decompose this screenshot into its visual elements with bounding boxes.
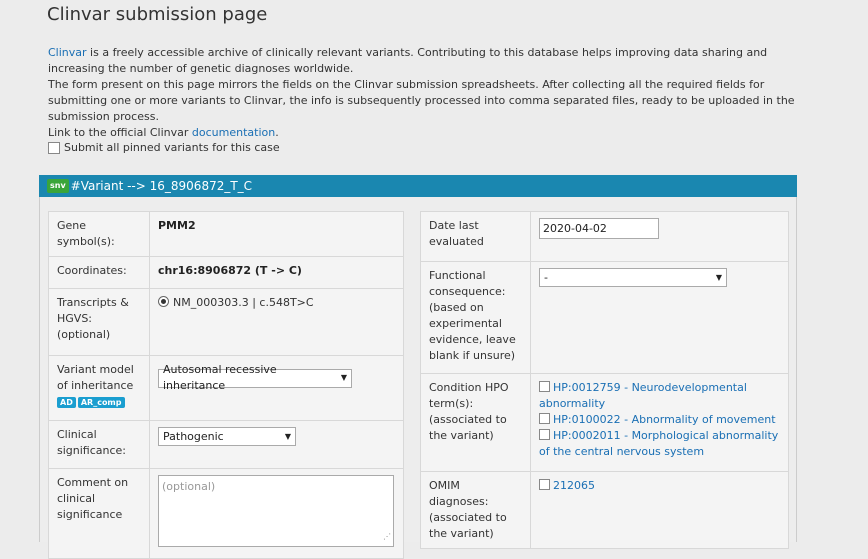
hpo-term-link[interactable]: HP:0002011 - Morphological abnormality o… xyxy=(539,429,778,458)
chevron-down-icon: ▼ xyxy=(715,272,722,282)
comment-placeholder: (optional) xyxy=(162,480,216,493)
snv-badge: snv xyxy=(47,179,69,193)
significance-selected: Pathogenic xyxy=(163,429,224,443)
inheritance-select[interactable]: Autosomal recessive inheritance ▼ xyxy=(158,363,352,392)
hpo-terms-label: Condition HPO term(s): (associated to th… xyxy=(420,373,531,472)
date-evaluated-label: Date last evaluated xyxy=(420,211,531,262)
intro-line2: The form present on this page mirrors th… xyxy=(48,78,795,123)
significance-select[interactable]: Pathogenic ▼ xyxy=(158,427,296,446)
intro-text: Clinvar is a freely accessible archive o… xyxy=(48,45,808,141)
hpo-term-item: HP:0012759 - Neurodevelopmental abnormal… xyxy=(539,380,780,412)
omim-diagnoses-label: OMIM diagnoses: (associated to the varia… xyxy=(420,471,531,549)
significance-label: Clinical significance: xyxy=(48,420,150,469)
omim-item: 212065 xyxy=(539,478,780,494)
variant-left-table: Gene symbol(s): PMM2 Coordinates: chr16:… xyxy=(48,211,404,559)
clinvar-link[interactable]: Clinvar xyxy=(48,46,87,59)
transcripts-cell: NM_000303.3 | c.548T>C xyxy=(149,288,404,356)
transcript-radio[interactable] xyxy=(158,296,169,307)
gene-symbol-value: PMM2 xyxy=(149,211,404,257)
chevron-down-icon: ▼ xyxy=(340,373,347,382)
documentation-link[interactable]: documentation xyxy=(192,126,275,139)
coordinates-label: Coordinates: xyxy=(48,256,150,289)
variant-title: #Variant --> 16_8906872_T_C xyxy=(70,179,253,193)
comment-textarea[interactable]: (optional) ⋰ xyxy=(158,475,394,547)
pin-all-row: Submit all pinned variants for this case xyxy=(48,141,280,154)
variant-panel-header[interactable]: snv #Variant --> 16_8906872_T_C xyxy=(39,175,797,197)
intro-line1: is a freely accessible archive of clinic… xyxy=(48,46,768,75)
significance-select-cell: Pathogenic ▼ xyxy=(149,420,404,469)
functional-consequence-cell: - ▼ xyxy=(530,261,789,374)
page-title: Clinvar submission page xyxy=(47,4,268,25)
inheritance-label: Variant model of inheritance xyxy=(57,363,134,392)
date-evaluated-cell: 2020-04-02 xyxy=(530,211,789,262)
functional-consequence-selected: - xyxy=(544,270,548,284)
hpo-term-checkbox[interactable] xyxy=(539,381,550,392)
omim-checkbox[interactable] xyxy=(539,479,550,490)
resize-grip-icon[interactable]: ⋰ xyxy=(383,529,391,545)
inheritance-selected: Autosomal recessive inheritance xyxy=(163,363,277,392)
coordinates-value: chr16:8906872 (T -> C) xyxy=(149,256,404,289)
hpo-term-checkbox[interactable] xyxy=(539,413,550,424)
hpo-term-checkbox[interactable] xyxy=(539,429,550,440)
functional-consequence-label: Functional consequence: (based on experi… xyxy=(420,261,531,374)
omim-link[interactable]: 212065 xyxy=(553,479,595,492)
date-evaluated-input[interactable]: 2020-04-02 xyxy=(539,218,659,239)
transcript-value: NM_000303.3 | c.548T>C xyxy=(173,296,314,309)
hpo-term-link[interactable]: HP:0012759 - Neurodevelopmental abnormal… xyxy=(539,381,747,410)
comment-cell: (optional) ⋰ xyxy=(149,468,404,559)
pin-all-label: Submit all pinned variants for this case xyxy=(64,141,280,154)
variant-right-table: Date last evaluated 2020-04-02 Functiona… xyxy=(420,211,789,549)
omim-diagnoses-cell: 212065 xyxy=(530,471,789,549)
comment-label: Comment on clinical significance xyxy=(48,468,150,559)
inheritance-tag-ar-comp: AR_comp xyxy=(77,397,125,408)
intro-line3-suffix: . xyxy=(275,126,279,139)
hpo-terms-cell: HP:0012759 - Neurodevelopmental abnormal… xyxy=(530,373,789,472)
hpo-term-item: HP:0002011 - Morphological abnormality o… xyxy=(539,428,780,460)
functional-consequence-select[interactable]: - ▼ xyxy=(539,268,727,287)
hpo-term-item: HP:0100022 - Abnormality of movement xyxy=(539,412,780,428)
transcripts-label: Transcripts & HGVS: (optional) xyxy=(48,288,150,356)
chevron-down-icon: ▼ xyxy=(284,431,291,441)
hpo-term-link[interactable]: HP:0100022 - Abnormality of movement xyxy=(553,413,776,426)
gene-symbol-label: Gene symbol(s): xyxy=(48,211,150,257)
intro-line3-prefix: Link to the official Clinvar xyxy=(48,126,192,139)
pin-all-checkbox[interactable] xyxy=(48,141,60,154)
inheritance-tag-ad: AD xyxy=(57,397,76,408)
inheritance-cell: Variant model of inheritance AD AR_comp xyxy=(48,355,150,421)
inheritance-select-cell: Autosomal recessive inheritance ▼ xyxy=(149,355,404,421)
